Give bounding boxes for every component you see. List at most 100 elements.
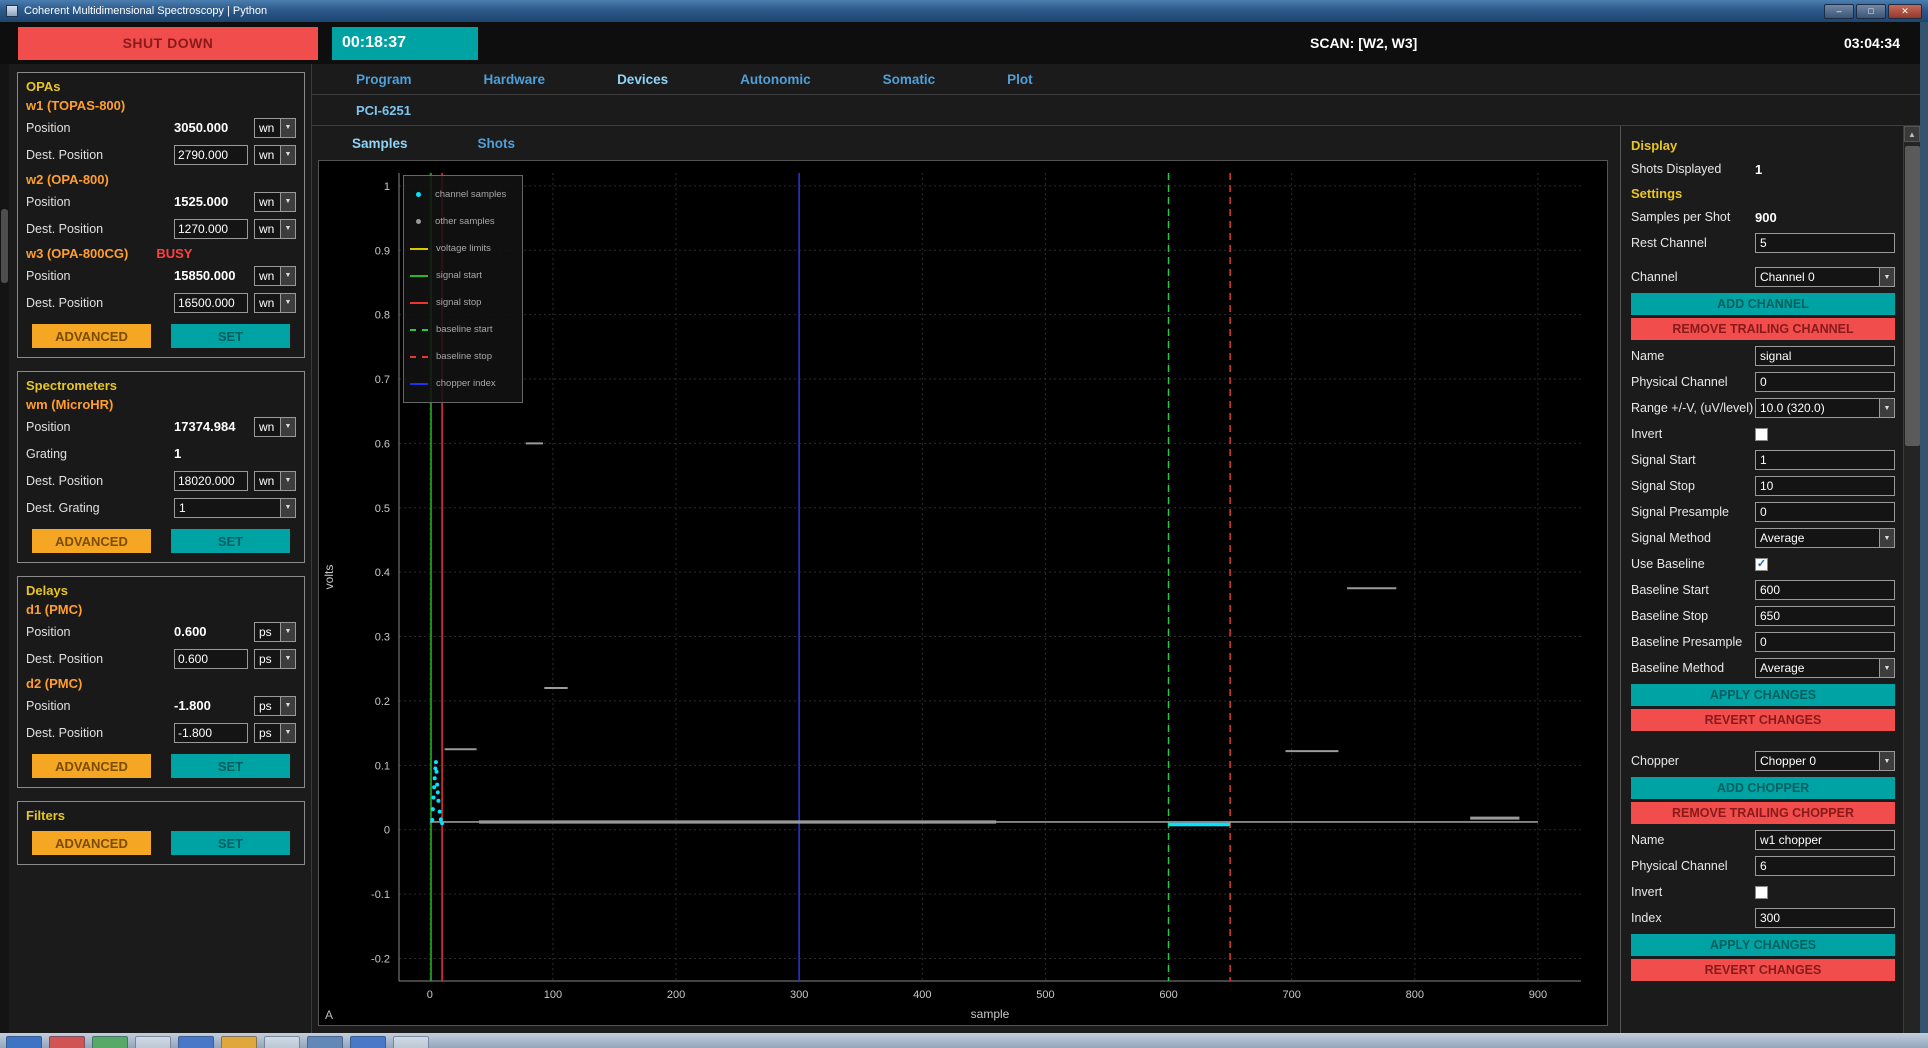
spectrometers-set-button[interactable]: SET bbox=[171, 529, 290, 553]
revert-channel-changes-button[interactable]: REVERT CHANGES bbox=[1631, 709, 1895, 731]
channel-name-input[interactable] bbox=[1755, 346, 1895, 366]
remove-trailing-chopper-button[interactable]: REMOVE TRAILING CHOPPER bbox=[1631, 802, 1895, 824]
wm-position-units-dropdown[interactable]: wn ▼ bbox=[254, 417, 296, 437]
remove-trailing-channel-button[interactable]: REMOVE TRAILING CHANNEL bbox=[1631, 318, 1895, 340]
tab-somatic[interactable]: Somatic bbox=[883, 72, 936, 87]
signal-stop-input[interactable] bbox=[1755, 476, 1895, 496]
d1-position-units-dropdown[interactable]: ps ▼ bbox=[254, 622, 296, 642]
svg-text:0.2: 0.2 bbox=[375, 696, 390, 708]
d2-position-units-dropdown[interactable]: ps ▼ bbox=[254, 696, 296, 716]
close-button[interactable]: ✕ bbox=[1888, 4, 1922, 19]
delays-advanced-button[interactable]: ADVANCED bbox=[32, 754, 151, 778]
samples-plot[interactable]: 0100200300400500600700800900-0.2-0.100.1… bbox=[318, 160, 1608, 1026]
tab-samples[interactable]: Samples bbox=[352, 136, 408, 151]
wm-dest-grating-dropdown[interactable]: 1 ▼ bbox=[174, 498, 296, 518]
d2-position-row: Position -1.800 ps ▼ bbox=[26, 692, 296, 719]
tab-plot[interactable]: Plot bbox=[1007, 72, 1033, 87]
main-area: Program Hardware Devices Autonomic Somat… bbox=[311, 64, 1920, 1033]
signal-start-input[interactable] bbox=[1755, 450, 1895, 470]
w2-dest-input[interactable] bbox=[174, 219, 248, 239]
tab-program[interactable]: Program bbox=[356, 72, 412, 87]
add-channel-button[interactable]: ADD CHANNEL bbox=[1631, 293, 1895, 315]
samples-per-shot-row: Samples per Shot 900 bbox=[1631, 204, 1895, 230]
maximize-button[interactable]: □ bbox=[1856, 4, 1886, 19]
taskbar-item[interactable] bbox=[264, 1036, 300, 1048]
legend-item: channel samples bbox=[410, 181, 516, 208]
d2-position-units-value: ps bbox=[255, 699, 280, 713]
filters-panel: Filters ADVANCED SET bbox=[17, 801, 305, 865]
settings-scrollbar-thumb[interactable] bbox=[1905, 146, 1920, 446]
wm-dest-grating-value: 1 bbox=[175, 501, 280, 515]
d1-dest-input[interactable] bbox=[174, 649, 248, 669]
chopper-invert-checkbox[interactable] bbox=[1755, 886, 1768, 899]
chopper-name-input[interactable] bbox=[1755, 830, 1895, 850]
use-baseline-checkbox[interactable]: ✓ bbox=[1755, 558, 1768, 571]
range-dropdown[interactable]: 10.0 (320.0) ▼ bbox=[1755, 398, 1895, 418]
spectrometers-advanced-button[interactable]: ADVANCED bbox=[32, 529, 151, 553]
physical-channel-input[interactable] bbox=[1755, 372, 1895, 392]
settings-scrollbar[interactable]: ▲ bbox=[1903, 126, 1920, 1033]
baseline-stop-input[interactable] bbox=[1755, 606, 1895, 626]
tab-devices[interactable]: Devices bbox=[617, 72, 668, 87]
baseline-presample-input[interactable] bbox=[1755, 632, 1895, 652]
apply-chopper-changes-button[interactable]: APPLY CHANGES bbox=[1631, 934, 1895, 956]
w3-dest-units-dropdown[interactable]: wn ▼ bbox=[254, 293, 296, 313]
plot-legend[interactable]: channel samplesother samplesvoltage limi… bbox=[403, 175, 523, 403]
signal-method-dropdown[interactable]: Average ▼ bbox=[1755, 528, 1895, 548]
w3-position-units-dropdown[interactable]: wn ▼ bbox=[254, 266, 296, 286]
device-tab-row: PCI-6251 bbox=[312, 95, 1920, 126]
tab-autonomic[interactable]: Autonomic bbox=[740, 72, 811, 87]
w2-dest-units-dropdown[interactable]: wn ▼ bbox=[254, 219, 296, 239]
taskbar-item[interactable] bbox=[307, 1036, 343, 1048]
chopper-index-input[interactable] bbox=[1755, 908, 1895, 928]
scroll-up-icon[interactable]: ▲ bbox=[1904, 126, 1920, 142]
baseline-method-dropdown[interactable]: Average ▼ bbox=[1755, 658, 1895, 678]
d1-dest-units-dropdown[interactable]: ps ▼ bbox=[254, 649, 296, 669]
taskbar-item[interactable] bbox=[350, 1036, 386, 1048]
sidebar-scrollbar[interactable] bbox=[0, 64, 9, 1033]
baseline-start-input[interactable] bbox=[1755, 580, 1895, 600]
add-chopper-button[interactable]: ADD CHOPPER bbox=[1631, 777, 1895, 799]
w2-position-units-dropdown[interactable]: wn ▼ bbox=[254, 192, 296, 212]
w2-name: w2 (OPA-800) bbox=[26, 172, 109, 187]
position-label: Position bbox=[26, 420, 174, 434]
w1-position-units-dropdown[interactable]: wn ▼ bbox=[254, 118, 296, 138]
taskbar-item[interactable] bbox=[221, 1036, 257, 1048]
revert-chopper-changes-button[interactable]: REVERT CHANGES bbox=[1631, 959, 1895, 981]
d2-dest-units-dropdown[interactable]: ps ▼ bbox=[254, 723, 296, 743]
apply-channel-changes-button[interactable]: APPLY CHANGES bbox=[1631, 684, 1895, 706]
chopper-physical-channel-input[interactable] bbox=[1755, 856, 1895, 876]
svg-text:200: 200 bbox=[667, 989, 685, 1001]
taskbar-item[interactable] bbox=[178, 1036, 214, 1048]
chopper-dropdown[interactable]: Chopper 0 ▼ bbox=[1755, 751, 1895, 771]
autorange-button[interactable]: A bbox=[321, 1007, 337, 1023]
taskbar-item[interactable] bbox=[92, 1036, 128, 1048]
w3-dest-input[interactable] bbox=[174, 293, 248, 313]
minimize-button[interactable]: – bbox=[1824, 4, 1854, 19]
w1-position-row: Position 3050.000 wn ▼ bbox=[26, 114, 296, 141]
signal-presample-input[interactable] bbox=[1755, 502, 1895, 522]
tab-shots[interactable]: Shots bbox=[478, 136, 516, 151]
d2-dest-input[interactable] bbox=[174, 723, 248, 743]
wm-dest-units-dropdown[interactable]: wn ▼ bbox=[254, 471, 296, 491]
channel-dropdown[interactable]: Channel 0 ▼ bbox=[1755, 267, 1895, 287]
tab-pci-6251[interactable]: PCI-6251 bbox=[356, 103, 411, 118]
shutdown-button[interactable]: SHUT DOWN bbox=[18, 27, 318, 60]
w1-dest-units-dropdown[interactable]: wn ▼ bbox=[254, 145, 296, 165]
taskbar-item[interactable] bbox=[393, 1036, 429, 1048]
rest-channel-input[interactable] bbox=[1755, 233, 1895, 253]
taskbar-item[interactable] bbox=[49, 1036, 85, 1048]
invert-checkbox[interactable] bbox=[1755, 428, 1768, 441]
filters-advanced-button[interactable]: ADVANCED bbox=[32, 831, 151, 855]
filters-set-button[interactable]: SET bbox=[171, 831, 290, 855]
check-icon: ✓ bbox=[1757, 559, 1766, 570]
wm-dest-input[interactable] bbox=[174, 471, 248, 491]
opas-advanced-button[interactable]: ADVANCED bbox=[32, 324, 151, 348]
taskbar-item[interactable] bbox=[135, 1036, 171, 1048]
opas-set-button[interactable]: SET bbox=[171, 324, 290, 348]
delays-set-button[interactable]: SET bbox=[171, 754, 290, 778]
w1-dest-input[interactable] bbox=[174, 145, 248, 165]
sidebar-scrollbar-thumb[interactable] bbox=[1, 209, 8, 283]
taskbar-item[interactable] bbox=[6, 1036, 42, 1048]
tab-hardware[interactable]: Hardware bbox=[484, 72, 546, 87]
